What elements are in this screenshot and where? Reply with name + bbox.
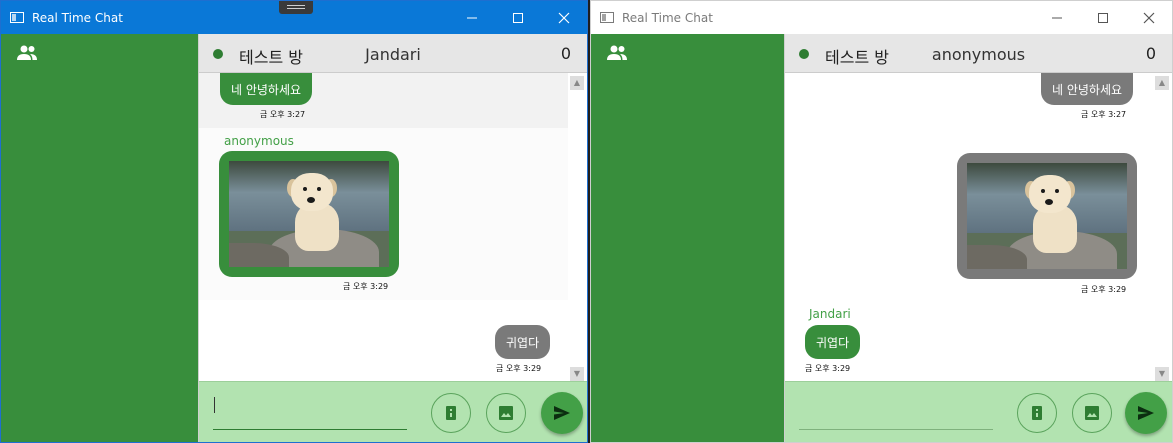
send-icon (554, 406, 570, 420)
attach-file-button[interactable] (1017, 393, 1057, 433)
message-timestamp: 금 오후 3:29 (496, 364, 542, 373)
message-bubble: 귀엽다 (495, 325, 551, 359)
puppy-photo[interactable] (967, 163, 1127, 269)
message-list[interactable]: 네 안녕하세요 금 오후 3:27 금 오후 3:29 Jandari 귀엽다 … (785, 73, 1172, 384)
maximize-icon (513, 12, 523, 23)
sidebar (591, 34, 784, 442)
send-button[interactable] (1125, 392, 1167, 434)
unread-count: 0 (1145, 44, 1156, 63)
sender-name: Jandari (809, 307, 851, 321)
file-icon (446, 406, 456, 420)
message-input-bar (785, 381, 1172, 442)
people-icon[interactable] (605, 43, 629, 63)
message-list[interactable]: 네 안녕하세요 금 오후 3:27 anonymous 금 오후 3:29 귀엽… (199, 73, 587, 384)
message-timestamp: 금 오후 3:29 (343, 282, 389, 291)
people-icon[interactable] (15, 43, 39, 63)
maximize-button[interactable] (495, 1, 541, 34)
send-button[interactable] (541, 392, 583, 434)
message-timestamp: 금 오후 3:27 (260, 110, 306, 119)
app-icon (600, 12, 614, 23)
maximize-icon (1098, 12, 1108, 23)
minimize-button[interactable] (449, 1, 495, 34)
image-icon (499, 406, 513, 420)
vertical-scrollbar[interactable]: ▲ ▼ (568, 73, 587, 384)
message-bubble: 귀엽다 (805, 325, 861, 359)
vertical-scrollbar[interactable]: ▲ ▼ (1153, 73, 1172, 384)
current-user-name: anonymous (931, 45, 1026, 64)
close-icon (1143, 12, 1155, 23)
scroll-up-button[interactable]: ▲ (1155, 76, 1169, 90)
app-icon (10, 12, 24, 23)
drag-grip-handle[interactable] (279, 1, 313, 14)
chat-header: 테스트 방 anonymous 0 (785, 34, 1172, 73)
window-title: Real Time Chat (622, 10, 713, 25)
close-button[interactable] (541, 1, 587, 34)
attach-image-button[interactable] (1072, 393, 1112, 433)
window-title: Real Time Chat (32, 10, 123, 25)
message-input[interactable] (799, 392, 993, 430)
message-input-bar (199, 381, 587, 442)
sender-name: anonymous (224, 134, 294, 148)
unread-count: 0 (560, 44, 571, 63)
chat-panel: 테스트 방 Jandari 0 네 안녕하세요 금 오후 3:27 anonym… (198, 34, 587, 442)
scroll-down-button[interactable]: ▼ (1155, 367, 1169, 381)
minimize-icon (467, 17, 477, 18)
attach-image-button[interactable] (486, 393, 526, 433)
send-icon (1138, 406, 1154, 420)
image-message-bubble[interactable] (957, 153, 1137, 279)
message-timestamp: 금 오후 3:27 (1081, 110, 1127, 119)
message-timestamp: 금 오후 3:29 (1081, 285, 1127, 294)
chat-header: 테스트 방 Jandari 0 (199, 34, 587, 73)
message-bubble: 네 안녕하세요 (1041, 73, 1134, 105)
close-button[interactable] (1126, 1, 1172, 34)
scroll-up-button[interactable]: ▲ (570, 76, 584, 90)
message-bubble: 네 안녕하세요 (220, 73, 313, 105)
sidebar (1, 34, 198, 442)
image-message-bubble[interactable] (219, 151, 399, 277)
minimize-button[interactable] (1034, 1, 1080, 34)
puppy-photo[interactable] (229, 161, 389, 267)
chat-panel: 테스트 방 anonymous 0 네 안녕하세요 금 오후 3:27 금 오후… (784, 34, 1172, 442)
maximize-button[interactable] (1080, 1, 1126, 34)
message-timestamp: 금 오후 3:29 (805, 364, 851, 373)
title-bar[interactable]: Real Time Chat (591, 1, 1172, 34)
chat-window-anonymous[interactable]: Real Time Chat 테스트 방 anonymous 0 네 안녕하세요… (590, 0, 1173, 443)
current-user-name: Jandari (365, 45, 421, 64)
message-input[interactable] (213, 392, 407, 430)
close-icon (558, 12, 570, 23)
attach-file-button[interactable] (431, 393, 471, 433)
file-icon (1032, 406, 1042, 420)
scroll-down-button[interactable]: ▼ (570, 367, 584, 381)
minimize-icon (1052, 17, 1062, 18)
image-icon (1085, 406, 1099, 420)
chat-window-jandari[interactable]: Real Time Chat 테스트 방 Jandari 0 네 안녕하세요 금… (0, 0, 588, 443)
text-caret (214, 397, 215, 413)
